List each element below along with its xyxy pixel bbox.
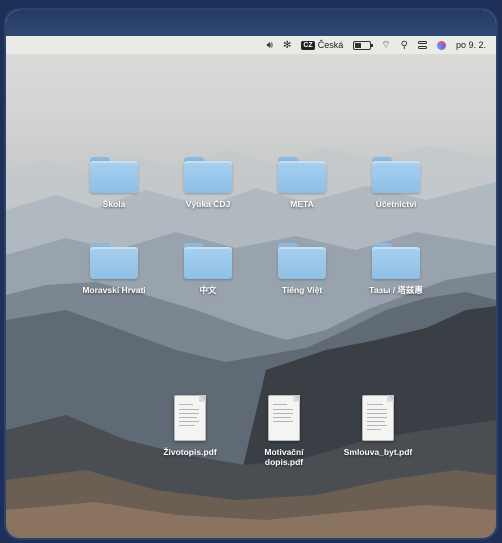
folder-icon — [184, 157, 232, 193]
folder-meta[interactable]: META — [256, 157, 348, 209]
monitor-frame: 🔊︎ ✻ CZ Česká ⌔ ⚲ po 9. 2. Škola Výuka Č… — [6, 10, 496, 538]
folder-ucetnictvi[interactable]: Účetnictví — [350, 157, 442, 209]
volume-icon: 🔊︎ — [266, 39, 273, 51]
folder-icon — [90, 157, 138, 193]
folder-label: 中文 — [199, 285, 217, 295]
battery-icon — [353, 40, 374, 50]
folder-label: META — [290, 199, 314, 209]
folder-icon — [184, 243, 232, 279]
spotlight-search-icon: ⚲ — [400, 39, 408, 51]
file-label: Životopis.pdf — [163, 447, 217, 457]
file-label: Smlouva_byt.pdf — [343, 447, 413, 457]
pdf-document-icon — [174, 395, 206, 441]
folder-icon — [90, 243, 138, 279]
folder-icon — [278, 243, 326, 279]
input-source-label: Česká — [317, 40, 344, 50]
folder-skola[interactable]: Škola — [68, 157, 160, 209]
menu-bar: 🔊︎ ✻ CZ Česká ⌔ ⚲ po 9. 2. — [6, 36, 496, 54]
monitor-bezel — [6, 10, 496, 36]
folder-tieng-viet[interactable]: Tiếng Việt — [256, 243, 348, 295]
folder-icon — [278, 157, 326, 193]
bluetooth-icon: ✻ — [282, 39, 292, 51]
wifi-icon: ⌔ — [381, 39, 391, 51]
input-source-badge: CZ — [301, 40, 315, 50]
file-smlouva-byt-pdf[interactable]: Smlouva_byt.pdf — [332, 395, 424, 457]
bluetooth-menu[interactable]: ✻ — [283, 40, 291, 51]
volume-menu[interactable]: 🔊︎ — [267, 40, 273, 51]
control-center-icon — [417, 41, 427, 49]
folder-label: Тазы / 塔兹惠 — [369, 285, 423, 295]
folder-vyuka-cdj[interactable]: Výuka ČDJ — [162, 157, 254, 209]
folder-zhongwen[interactable]: 中文 — [162, 243, 254, 295]
folder-label: Tiếng Việt — [281, 285, 323, 295]
file-zivotopis-pdf[interactable]: Životopis.pdf — [144, 395, 236, 457]
folder-icon — [372, 243, 420, 279]
pdf-document-icon — [362, 395, 394, 441]
control-center-menu[interactable] — [417, 41, 427, 49]
siri-menu[interactable] — [436, 40, 446, 50]
spotlight-menu[interactable]: ⚲ — [401, 40, 408, 51]
folder-tazy[interactable]: Тазы / 塔兹惠 — [350, 243, 442, 295]
battery-menu[interactable] — [353, 40, 374, 50]
menu-clock: po 9. 2. — [455, 40, 486, 50]
file-label-line2: dopis.pdf — [264, 457, 304, 467]
pdf-document-icon — [268, 395, 300, 441]
folder-label: Moravskí Hrvati — [82, 285, 146, 295]
input-source-menu[interactable]: CZ Česká — [301, 40, 343, 50]
folder-moravski-hrvati[interactable]: Moravskí Hrvati — [68, 243, 160, 295]
clock-menu[interactable]: po 9. 2. — [456, 40, 486, 50]
wifi-menu[interactable]: ⌔ — [381, 39, 390, 52]
folder-label: Výuka ČDJ — [185, 199, 231, 209]
folder-label: Účetnictví — [375, 199, 417, 209]
file-label-line1: Motivační — [264, 447, 304, 457]
siri-icon — [436, 40, 446, 50]
folder-icon — [372, 157, 420, 193]
folder-label: Škola — [102, 199, 126, 209]
file-motivacni-dopis-pdf[interactable]: Motivační dopis.pdf — [238, 395, 330, 467]
